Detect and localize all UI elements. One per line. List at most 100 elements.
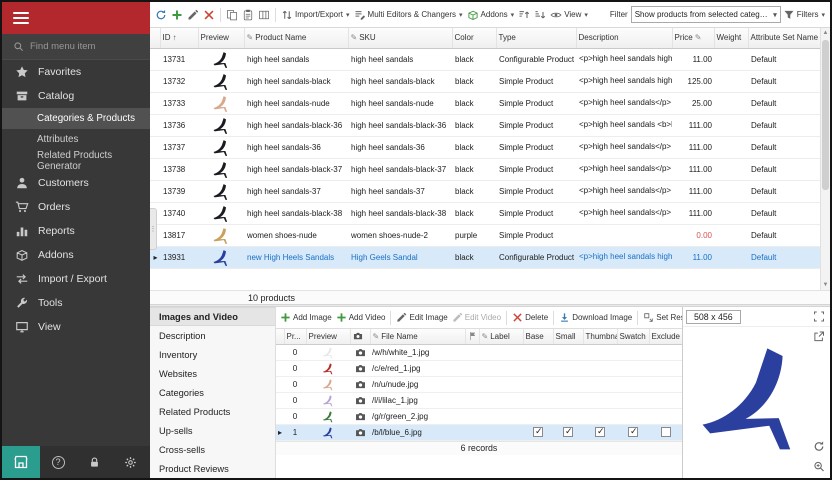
detail-tab[interactable]: Websites [150, 364, 275, 383]
detail-tab[interactable]: Images and Video [150, 307, 275, 326]
image-row[interactable]: ▸ 1 /b/l/blue_6.jpg [276, 424, 682, 440]
hamburger-menu-icon[interactable] [13, 9, 29, 27]
column-header-id[interactable]: ID↑ [160, 28, 198, 48]
column-header-price[interactable]: Price✎ [672, 28, 714, 48]
product-row[interactable]: ▸ 13740 high heel sandals-black-38 high … [150, 202, 820, 224]
rotate-button[interactable] [813, 440, 827, 454]
sort-asc-button[interactable] [516, 5, 532, 25]
product-row[interactable]: ▸ 13731 high heel sandals high heel sand… [150, 48, 820, 70]
detail-tab[interactable]: Related Products [150, 402, 275, 421]
product-row[interactable]: ▸ 13817 women shoes-nude women shoes-nud… [150, 224, 820, 246]
scroll-down-arrow[interactable]: ▼ [821, 280, 830, 290]
sidebar-item[interactable]: Catalog [2, 84, 150, 108]
column-header-file-name[interactable]: ✎File Name [370, 329, 465, 344]
column-header-camera[interactable] [350, 329, 370, 344]
detail-tab[interactable]: Description [150, 326, 275, 345]
sort-desc-button[interactable] [532, 5, 548, 25]
image-row[interactable]: ▸ 0 /w/h/white_1.jpg [276, 344, 682, 360]
sidebar-item[interactable]: Customers [2, 171, 150, 195]
columns-button[interactable] [256, 5, 272, 25]
column-header-preview[interactable]: Preview [198, 28, 244, 48]
column-header-attr-set[interactable]: Attribute Set Name [748, 28, 820, 48]
column-header-description[interactable]: Description [576, 28, 672, 48]
column-header-sku[interactable]: ✎SKU [348, 28, 452, 48]
column-header-preview[interactable]: Preview [306, 329, 350, 344]
scrollbar-thumb[interactable] [822, 40, 829, 190]
detail-tab[interactable]: Categories [150, 383, 275, 402]
sidebar-item[interactable]: Addons [2, 243, 150, 267]
open-external-button[interactable] [813, 330, 827, 344]
scroll-up-arrow[interactable]: ▲ [821, 28, 830, 38]
sidebar-item[interactable]: Favorites [2, 60, 150, 84]
edit-image-button[interactable]: Edit Image [394, 308, 449, 328]
image-row[interactable]: ▸ 0 /n/u/nude.jpg [276, 376, 682, 392]
product-row[interactable]: ▸ 13732 high heel sandals-black high hee… [150, 70, 820, 92]
sidebar-item[interactable]: Reports [2, 219, 150, 243]
image-role-checkbox[interactable] [661, 427, 671, 437]
download-image-button[interactable]: Download Image [557, 308, 634, 328]
addons-dropdown[interactable]: Addons▾ [465, 5, 517, 25]
image-role-checkbox[interactable] [595, 427, 605, 437]
add-product-button[interactable] [169, 5, 185, 25]
detail-tab[interactable]: Up-sells [150, 421, 275, 440]
add-video-button[interactable]: Add Video [334, 308, 388, 328]
sidebar-item[interactable]: Tools [2, 291, 150, 315]
import-export-dropdown[interactable]: Import/Export▾ [279, 5, 352, 25]
delete-product-button[interactable] [201, 5, 217, 25]
column-header-label[interactable]: ✎Label [479, 329, 523, 344]
fullscreen-button[interactable] [813, 310, 827, 324]
detail-tab[interactable]: Cross-sells [150, 440, 275, 459]
zoom-button[interactable] [813, 460, 827, 474]
view-dropdown[interactable]: View▾ [548, 5, 590, 25]
settings-button[interactable] [112, 456, 148, 469]
vertical-scrollbar[interactable]: ▲ ▼ [820, 28, 830, 290]
copy-button[interactable] [224, 5, 240, 25]
sidebar-collapse-grip[interactable]: ⋮ [150, 208, 157, 250]
column-header-type[interactable]: Type [496, 28, 576, 48]
sidebar-item[interactable]: Attributes [2, 129, 150, 150]
column-header-priority[interactable]: Pr... [284, 329, 306, 344]
product-row[interactable]: ▸ 13738 high heel sandals-black-37 high … [150, 158, 820, 180]
sidebar-item[interactable]: Import / Export [2, 267, 150, 291]
set-resize-rule-button[interactable]: Set Resize Rule [641, 308, 682, 328]
product-row[interactable]: ▸ 13737 high heel sandals-36 high heel s… [150, 136, 820, 158]
cell-product-name: high heel sandals-black-37 [244, 158, 348, 180]
sidebar-item[interactable]: View [2, 315, 150, 339]
column-header-weight[interactable]: Weight [714, 28, 748, 48]
multi-editors-dropdown[interactable]: Multi Editors & Changers▾ [352, 5, 465, 25]
image-row[interactable]: ▸ 0 /c/e/red_1.jpg [276, 360, 682, 376]
column-header-small[interactable]: Small [553, 329, 583, 344]
category-filter-select[interactable]: Show products from selected categories▾ [631, 6, 781, 23]
image-role-checkbox[interactable] [563, 427, 573, 437]
image-row[interactable]: ▸ 0 /g/r/green_2.jpg [276, 408, 682, 424]
detail-tab[interactable]: Inventory [150, 345, 275, 364]
edit-product-button[interactable] [185, 5, 201, 25]
image-role-checkbox[interactable] [533, 427, 543, 437]
filters-dropdown[interactable]: Filters▾ [781, 5, 827, 25]
column-header-color[interactable]: Color [452, 28, 496, 48]
menu-search-input[interactable] [30, 41, 130, 52]
delete-image-button[interactable]: Delete [510, 308, 550, 328]
sidebar-item[interactable]: Orders [2, 195, 150, 219]
image-role-checkbox[interactable] [628, 427, 638, 437]
product-row[interactable]: ▸ 13736 high heel sandals-black-36 high … [150, 114, 820, 136]
image-row[interactable]: ▸ 0 /l/i/lilac_1.jpg [276, 392, 682, 408]
sidebar-item[interactable]: Related Products Generator [2, 150, 150, 171]
column-header-exclude[interactable]: Exclude [649, 329, 682, 344]
refresh-button[interactable] [153, 5, 169, 25]
paste-button[interactable] [240, 5, 256, 25]
add-image-button[interactable]: Add Image [278, 308, 334, 328]
column-header-thumbnail[interactable]: Thumbna [583, 329, 617, 344]
column-header-name[interactable]: ✎Product Name [244, 28, 348, 48]
product-row[interactable]: ▸ 13733 high heel sandals-nude high heel… [150, 92, 820, 114]
product-row[interactable]: ▸ 13931 new High Heels Sandals High Geel… [150, 246, 820, 268]
store-button[interactable] [2, 446, 40, 478]
lock-button[interactable] [76, 456, 112, 469]
help-button[interactable]: ? [40, 456, 76, 469]
column-header-swatch[interactable]: Swatch [617, 329, 649, 344]
column-header-flag[interactable] [465, 329, 479, 344]
column-header-base[interactable]: Base [523, 329, 553, 344]
detail-tab[interactable]: Product Reviews [150, 459, 275, 478]
sidebar-item[interactable]: Categories & Products [2, 108, 150, 129]
product-row[interactable]: ▸ 13739 high heel sandals-37 high heel s… [150, 180, 820, 202]
